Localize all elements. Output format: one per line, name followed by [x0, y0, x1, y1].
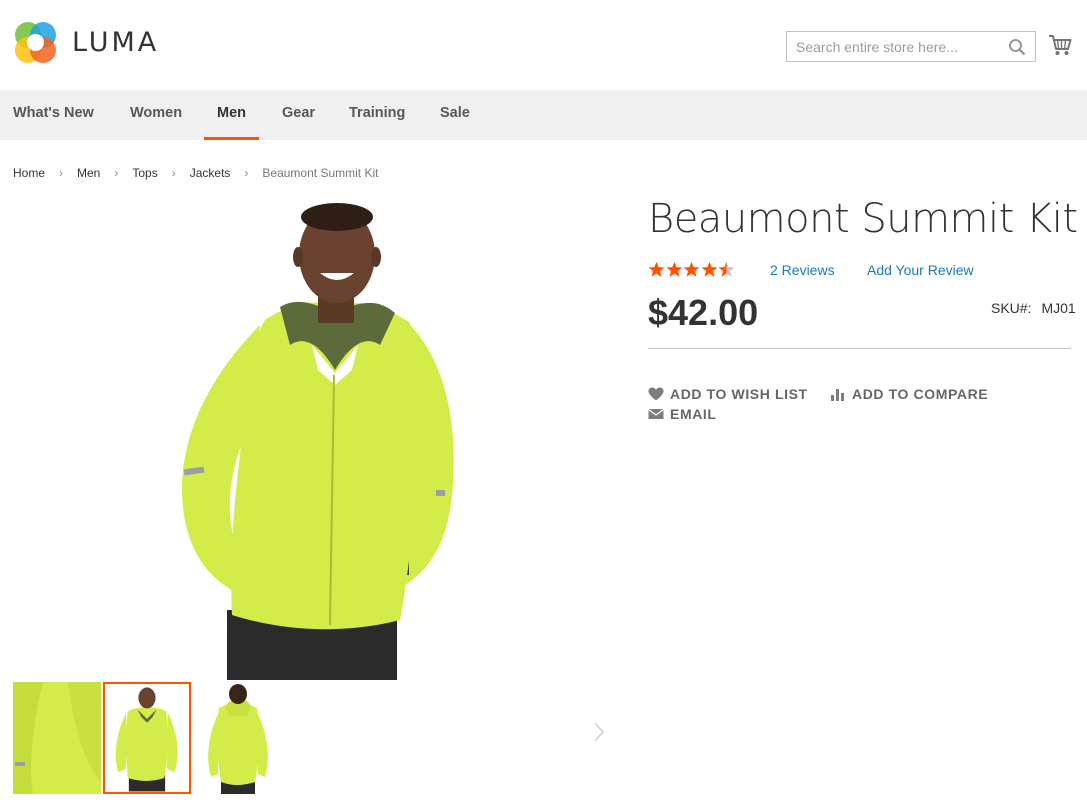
search-box: [786, 31, 1036, 62]
add-to-compare-label: ADD TO COMPARE: [852, 386, 989, 402]
breadcrumb-separator: ›: [59, 166, 64, 180]
gallery-thumb-2[interactable]: [103, 682, 191, 794]
compare-icon: [831, 389, 844, 401]
cart-icon[interactable]: [1048, 34, 1072, 56]
breadcrumb-separator: ›: [171, 166, 176, 180]
gallery-thumb-3[interactable]: [193, 682, 281, 794]
nav-item-gear[interactable]: Gear: [282, 90, 315, 140]
header: LUMA: [0, 0, 1087, 90]
star-icon: [701, 261, 717, 277]
product-main-image[interactable]: [140, 195, 540, 680]
nav-item-whats-new[interactable]: What's New: [13, 90, 94, 140]
breadcrumb-separator: ›: [114, 166, 119, 180]
breadcrumb-tops[interactable]: Tops: [132, 166, 157, 180]
nav-item-training[interactable]: Training: [349, 90, 405, 140]
main-nav: What's New Women Men Gear Training Sale: [0, 90, 1087, 140]
add-to-compare-button[interactable]: ADD TO COMPARE: [830, 386, 988, 402]
logo-text: LUMA: [72, 27, 160, 58]
breadcrumb-men[interactable]: Men: [77, 166, 100, 180]
reviews-link[interactable]: 2 Reviews: [770, 262, 835, 278]
divider: [648, 348, 1071, 349]
add-to-wishlist-button[interactable]: ADD TO WISH LIST: [648, 386, 808, 402]
star-icon: [648, 261, 665, 277]
sku-value: MJ01: [1041, 300, 1076, 316]
product-sku: SKU#: MJ01: [991, 300, 1076, 316]
breadcrumb-home[interactable]: Home: [13, 166, 45, 180]
breadcrumb-separator: ›: [244, 166, 249, 180]
breadcrumb-jackets[interactable]: Jackets: [190, 166, 231, 180]
star-half-icon: [718, 261, 735, 277]
product-price: $42.00: [648, 292, 759, 333]
add-to-wishlist-label: ADD TO WISH LIST: [670, 386, 808, 402]
luma-logo-icon: [15, 22, 56, 63]
nav-item-men[interactable]: Men: [204, 90, 259, 140]
product-title: Beaumont Summit Kit: [648, 196, 1078, 242]
nav-item-women[interactable]: Women: [130, 90, 182, 140]
email-label: EMAIL: [670, 406, 717, 422]
star-icon: [683, 261, 700, 277]
gallery-thumb-1[interactable]: [13, 682, 101, 794]
star-icon: [666, 261, 682, 277]
heart-icon: [648, 387, 664, 401]
nav-item-sale[interactable]: Sale: [440, 90, 470, 140]
breadcrumb: Home › Men › Tops › Jackets › Beaumont S…: [13, 166, 378, 180]
add-review-link[interactable]: Add Your Review: [867, 262, 974, 278]
sku-label: SKU#:: [991, 300, 1032, 316]
luma-logo[interactable]: LUMA: [13, 20, 159, 65]
search-input[interactable]: [787, 32, 1007, 61]
email-button[interactable]: EMAIL: [648, 406, 717, 422]
search-icon[interactable]: [1008, 38, 1026, 56]
gallery-next-arrow[interactable]: [592, 720, 606, 744]
envelope-icon: [648, 409, 664, 419]
rating-stars: [648, 261, 736, 278]
breadcrumb-current: Beaumont Summit Kit: [262, 166, 379, 180]
